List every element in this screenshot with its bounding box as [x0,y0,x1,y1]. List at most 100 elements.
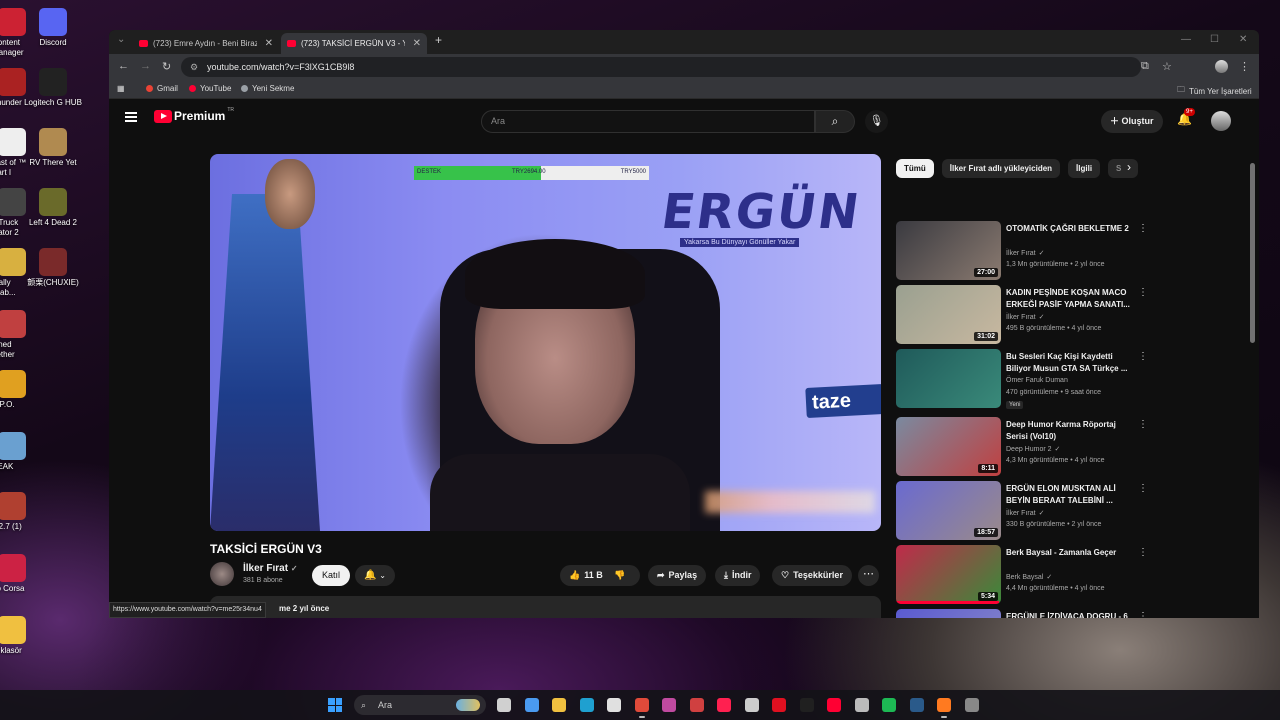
bookmark-star-icon[interactable]: ☆ [1162,60,1172,73]
video-thumbnail[interactable]: 31:02 [896,285,1001,344]
url-field[interactable]: ⚙ youtube.com/watch?v=F3lXG1CB9l8 [181,57,1141,77]
gamepad-icon[interactable] [854,698,869,712]
desktop-icon[interactable]: Logitech G HUB [20,68,86,108]
install-app-icon[interactable]: ⧉ [1141,60,1149,73]
recommended-video[interactable]: 8:11 Deep Humor Karma Röportaj Serisi (Vo… [896,417,1148,477]
reload-icon[interactable]: ↻ [162,60,171,73]
desktop-icon[interactable]: ni klasör [0,616,32,656]
copilot-icon[interactable] [524,698,539,712]
account-avatar[interactable] [1211,111,1231,131]
channel-avatar[interactable] [210,562,234,586]
share-button[interactable]: ➦ Paylaş [648,565,707,586]
recommended-video[interactable]: Bu Sesleri Kaç Kişi Kaydetti Biliyor Mus… [896,349,1148,409]
recommended-video-title[interactable]: ERGÜNLE İZDİVACA DOGRU - 6 KARAKTER AYNI… [1006,611,1131,618]
netflix-icon[interactable] [772,698,786,712]
dislike-button[interactable]: 👎 [614,565,625,586]
microphone-icon[interactable]: 🎙 [865,110,888,133]
firefox-icon[interactable] [937,698,951,712]
desktop-icon[interactable]: 颤栗(CHUXIE) [20,248,86,288]
video-player[interactable]: ERGÜN Yakarsa Bu Dünyayı Gönüller Yakar … [210,154,881,531]
minimize-icon[interactable]: — [1181,34,1191,45]
edge-icon[interactable] [579,698,594,712]
join-button[interactable]: Katıl [312,565,351,586]
scrollbar-thumb[interactable] [1250,163,1255,343]
desktop-icon[interactable]: ained gether [0,310,32,360]
bookmark-youtube[interactable]: YouTube [189,84,231,93]
tiktok-a-icon[interactable] [717,698,731,712]
new-tab-button[interactable]: + [435,33,442,47]
recommended-channel[interactable]: Deep Humor 2 ✓ [1006,445,1060,453]
desktop-icon[interactable]: RV There Yet [20,128,86,168]
desktop-icon[interactable]: Left 4 Dead 2 [20,188,86,228]
tab-emre-aydin[interactable]: (723) Emre Aydın - Beni Biraz B... ✕ [133,33,279,54]
chip-related[interactable]: İlgili [1068,159,1101,178]
chip-more[interactable]: S [1108,159,1139,178]
desktop-icon[interactable]: 2.2.7 (1) [0,492,32,532]
video-options-icon[interactable]: ⋮ [1138,419,1148,430]
chip-from-uploader[interactable]: İlker Fırat adlı yükleyiciden [941,159,1061,178]
page-scrollbar[interactable] [1249,159,1255,614]
video-thumbnail[interactable] [896,609,1001,618]
recommended-video-title[interactable]: KADIN PEŞİNDE KOŞAN MACO ERKEĞİ PASİF YA… [1006,287,1131,311]
recommended-video[interactable]: 27:00 OTOMATİK ÇAĞRI BEKLETME 2 İlker Fıra… [896,221,1148,281]
apps-grid-icon[interactable]: ▦ [117,84,125,93]
recommended-video-title[interactable]: Bu Sesleri Kaç Kişi Kaydetti Biliyor Mus… [1006,351,1131,375]
search-input[interactable]: Ara [481,110,815,133]
desktop-icon[interactable]: Discord [20,8,86,48]
recommended-video[interactable]: 5:34 Berk Baysal - Zamanla Geçer Berk Bays… [896,545,1148,605]
chevron-right-icon[interactable]: › [1127,160,1131,174]
threads-icon[interactable] [744,698,759,712]
search-icon[interactable]: ⌕ [815,110,855,133]
close-tab-icon[interactable]: ✕ [413,38,421,49]
recommended-video-title[interactable]: OTOMATİK ÇAĞRI BEKLETME 2 [1006,223,1131,235]
tab-search-button[interactable]: ⌄ [117,34,125,45]
desktop-icon[interactable]: PEAK [0,432,32,472]
close-tab-icon[interactable]: ✕ [265,38,273,49]
create-button[interactable]: ＋ Oluştur [1101,110,1163,133]
youtube-icon[interactable] [827,698,841,712]
recommended-video[interactable]: 31:02 KADIN PEŞİNDE KOŞAN MACO ERKEĞİ PAS… [896,285,1148,345]
chrome-icon[interactable] [634,698,649,712]
video-thumbnail[interactable]: 27:00 [896,221,1001,280]
video-options-icon[interactable]: ⋮ [1138,547,1148,558]
file-explorer-icon[interactable] [552,698,566,712]
hamburger-menu-icon[interactable] [125,110,137,124]
store-icon[interactable] [607,698,621,712]
tiktok-b-icon[interactable] [799,698,814,712]
recommended-channel[interactable]: Berk Baysal ✓ [1006,573,1052,581]
close-window-icon[interactable]: ✕ [1239,34,1247,45]
recommended-channel[interactable]: Ömer Faruk Duman [1006,377,1071,384]
video-options-icon[interactable]: ⋮ [1138,611,1148,618]
thanks-button[interactable]: ♡ Teşekkürler [772,565,852,586]
recommended-channel[interactable]: İlker Fırat ✓ [1006,249,1044,257]
like-button[interactable]: 👍 11 B [569,570,603,580]
spotify-icon[interactable] [882,698,896,712]
recommended-video-title[interactable]: ERGÜN ELON MUSKTAN ALİ BEYİN BERAAT TALE… [1006,483,1131,507]
video-thumbnail[interactable]: 5:34 [896,545,1001,604]
recommended-video-title[interactable]: Deep Humor Karma Röportaj Serisi (Vol10) [1006,419,1131,443]
tf-app-icon[interactable] [689,698,704,712]
bookmark-gmail[interactable]: Gmail [146,84,178,93]
bookmark-yeni-sekme[interactable]: Yeni Sekme [241,84,294,93]
video-options-icon[interactable]: ⋮ [1138,223,1148,234]
subscription-bell-button[interactable]: 🔔 ⌄ [355,565,395,586]
recommended-video[interactable]: 18:57 ERGÜN ELON MUSKTAN ALİ BEYİN BERAAT… [896,481,1148,541]
download-button[interactable]: ⤓ İndir [715,565,761,586]
video-options-icon[interactable]: ⋮ [1138,351,1148,362]
back-icon[interactable]: ← [118,60,129,72]
desktop-icon[interactable]: E.P.O. [0,370,32,410]
video-thumbnail[interactable]: 8:11 [896,417,1001,476]
video-thumbnail[interactable]: 18:57 [896,481,1001,540]
maximize-icon[interactable]: ☐ [1210,34,1219,45]
recommended-channel[interactable]: İlker Fırat ✓ [1006,313,1044,321]
video-options-icon[interactable]: ⋮ [1138,483,1148,494]
recommended-channel[interactable]: İlker Fırat ✓ [1006,509,1044,517]
task-view-icon[interactable] [497,698,511,712]
browser-menu-icon[interactable]: ⋮ [1239,60,1250,73]
instagram-icon[interactable] [662,698,676,712]
forward-icon[interactable]: → [140,60,151,72]
chip-all[interactable]: Tümü [896,159,934,178]
steam-icon[interactable] [909,698,924,712]
profile-avatar[interactable] [1215,60,1228,73]
more-actions-icon[interactable]: ⋯ [858,565,879,586]
